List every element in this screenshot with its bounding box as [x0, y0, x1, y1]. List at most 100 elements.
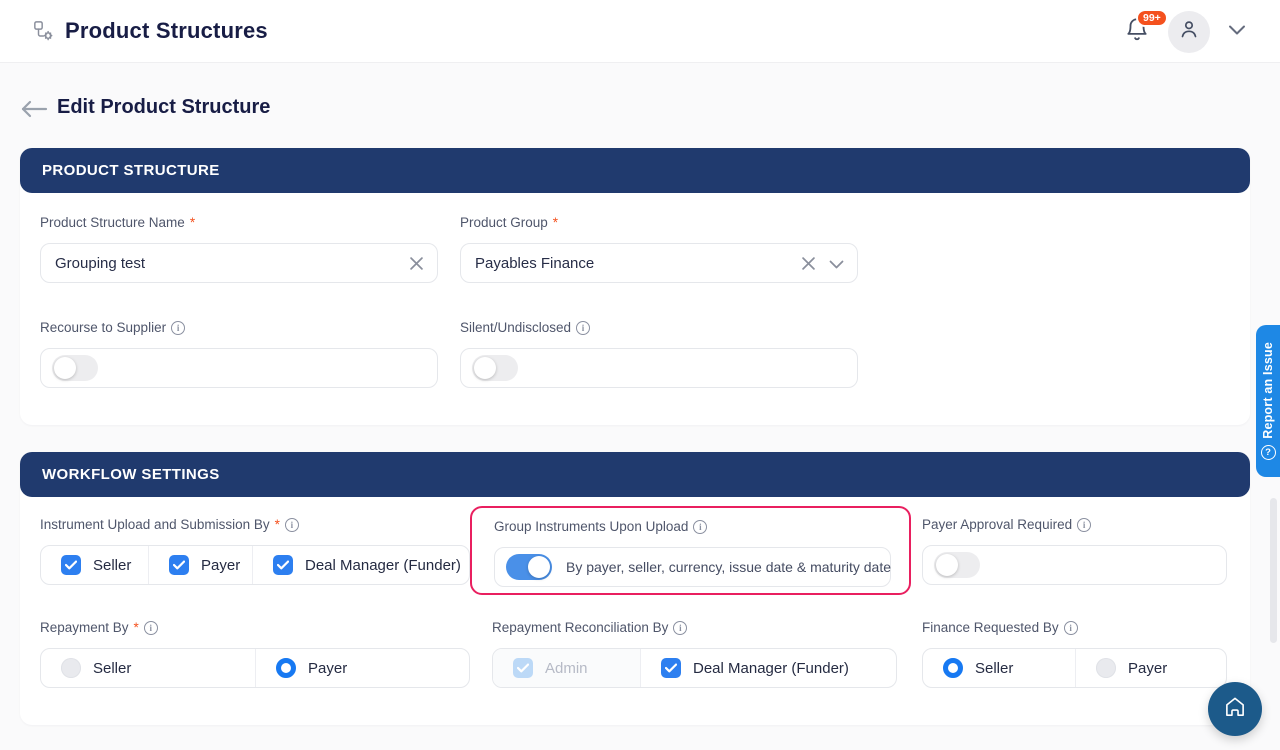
field-label: Silent/Undisclosed [460, 319, 858, 336]
field-product-structure-name: Product Structure Name* Grouping test [40, 214, 438, 283]
notifications-button[interactable]: 99+ [1124, 15, 1154, 49]
product-structure-name-input[interactable]: Grouping test [40, 243, 438, 283]
info-icon[interactable] [1064, 621, 1078, 635]
silent-toggle-box [460, 348, 858, 388]
checkbox-option-payer[interactable]: Payer [149, 546, 253, 584]
field-product-group: Product Group * Payables Finance [460, 214, 858, 283]
checkbox-checked[interactable] [273, 555, 293, 575]
radio-option-payer[interactable]: Payer [256, 649, 469, 687]
select-value: Payables Finance [461, 255, 594, 272]
clear-icon[interactable] [410, 257, 423, 270]
checkbox-checked-disabled [513, 658, 533, 678]
info-icon[interactable] [144, 621, 158, 635]
group-instruments-toggle-box: By payer, seller, currency, issue date &… [494, 547, 891, 587]
back-button[interactable] [20, 99, 48, 119]
option-label: Payer [201, 557, 240, 574]
notification-badge: 99+ [1136, 9, 1168, 28]
page-title: Edit Product Structure [57, 96, 270, 119]
field-label: Group Instruments Upon Upload [494, 518, 891, 535]
field-repayment-by: Repayment By* Seller Payer [40, 619, 470, 688]
field-label: Product Group * [460, 214, 858, 231]
input-value: Grouping test [41, 255, 145, 272]
checkbox-option-deal-manager[interactable]: Deal Manager (Funder) [641, 649, 896, 687]
user-avatar-button[interactable] [1168, 11, 1210, 53]
product-structure-section-header: PRODUCT STRUCTURE [20, 148, 1250, 193]
clear-icon[interactable] [802, 257, 815, 270]
checkbox-checked[interactable] [661, 658, 681, 678]
chevron-down-icon[interactable] [829, 260, 844, 269]
checkbox-checked[interactable] [169, 555, 189, 575]
option-label: Seller [93, 660, 131, 677]
product-group-select[interactable]: Payables Finance [460, 243, 858, 283]
field-silent-undisclosed: Silent/Undisclosed [460, 319, 858, 388]
checkbox-option-deal-manager[interactable]: Deal Manager (Funder) [253, 546, 469, 584]
info-icon[interactable] [1077, 518, 1091, 532]
group-instruments-highlight: Group Instruments Upon Upload By payer, … [470, 506, 911, 595]
info-icon[interactable] [285, 518, 299, 532]
label-text: Silent/Undisclosed [460, 320, 571, 335]
radio-selected[interactable] [276, 658, 296, 678]
label-text: Product Structure Name [40, 215, 185, 230]
chevron-down-icon [1228, 23, 1246, 41]
field-label: Finance Requested By [922, 619, 1227, 636]
field-recourse-to-supplier: Recourse to Supplier [40, 319, 438, 388]
label-text: Group Instruments Upon Upload [494, 519, 688, 534]
info-icon[interactable] [576, 321, 590, 335]
checkbox-option-seller[interactable]: Seller [41, 546, 149, 584]
field-label: Recourse to Supplier [40, 319, 438, 336]
radio-option-payer[interactable]: Payer [1076, 649, 1226, 687]
home-button[interactable] [1208, 682, 1262, 736]
checkbox-option-admin-disabled: Admin [493, 649, 641, 687]
radio-option-seller[interactable]: Seller [41, 649, 256, 687]
radio-unselected[interactable] [61, 658, 81, 678]
app-title: Product Structures [65, 18, 268, 44]
info-icon[interactable] [693, 520, 707, 534]
option-label: Deal Manager (Funder) [693, 660, 849, 677]
recourse-toggle-box [40, 348, 438, 388]
topbar-actions: 99+ [1124, 0, 1250, 63]
required-mark: * [134, 620, 139, 635]
option-label: Seller [975, 660, 1013, 677]
radio-option-seller[interactable]: Seller [923, 649, 1076, 687]
option-label: Payer [1128, 660, 1167, 677]
product-structure-card: PRODUCT STRUCTURE Product Structure Name… [20, 148, 1250, 425]
field-finance-requested-by: Finance Requested By Seller Payer [922, 619, 1227, 688]
info-icon[interactable] [171, 321, 185, 335]
repayment-by-options: Seller Payer [40, 648, 470, 688]
toggle-knob [54, 357, 76, 379]
info-icon[interactable] [673, 621, 687, 635]
option-label: Seller [93, 557, 131, 574]
field-label: Repayment By* [40, 619, 470, 636]
scrollbar-thumb[interactable] [1270, 498, 1277, 643]
field-payer-approval: Payer Approval Required [922, 516, 1227, 585]
required-mark: * [275, 517, 280, 532]
section-title: WORKFLOW SETTINGS [42, 466, 220, 483]
radio-selected[interactable] [943, 658, 963, 678]
silent-toggle[interactable] [472, 355, 518, 381]
field-label: Product Structure Name* [40, 214, 438, 231]
field-repayment-reconciliation: Repayment Reconciliation By Admin Deal M… [492, 619, 897, 688]
group-instruments-toggle[interactable] [506, 554, 552, 580]
toggle-description: By payer, seller, currency, issue date &… [566, 559, 891, 575]
person-icon [1177, 17, 1201, 46]
label-text: Product Group [460, 215, 548, 230]
upload-by-options: Seller Payer Deal Manager (Funder) [40, 545, 470, 585]
option-label: Deal Manager (Funder) [305, 557, 461, 574]
recourse-toggle[interactable] [52, 355, 98, 381]
payer-approval-toggle[interactable] [934, 552, 980, 578]
arrow-left-icon [20, 99, 48, 119]
reconciliation-options: Admin Deal Manager (Funder) [492, 648, 897, 688]
label-text: Instrument Upload and Submission By [40, 517, 270, 532]
workflow-settings-section-header: WORKFLOW SETTINGS [20, 452, 1250, 497]
help-icon [1261, 445, 1276, 460]
report-issue-label: Report an Issue [1261, 342, 1275, 439]
required-mark: * [553, 215, 558, 230]
account-menu-button[interactable] [1224, 19, 1250, 45]
checkbox-checked[interactable] [61, 555, 81, 575]
report-an-issue-button[interactable]: Report an Issue [1256, 325, 1280, 477]
option-label: Payer [308, 660, 347, 677]
label-text: Repayment Reconciliation By [492, 620, 668, 635]
field-instrument-upload-by: Instrument Upload and Submission By * Sel… [40, 516, 470, 585]
radio-unselected[interactable] [1096, 658, 1116, 678]
field-label: Payer Approval Required [922, 516, 1227, 533]
